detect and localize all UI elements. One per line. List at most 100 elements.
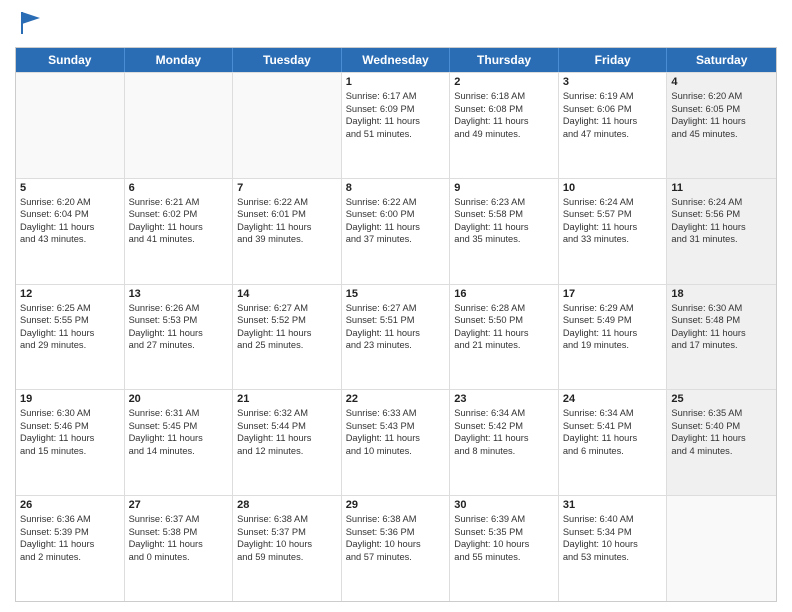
day-number: 8 — [346, 182, 446, 194]
cell-line-0: Sunrise: 6:37 AM — [129, 513, 229, 526]
day-cell-25: 25Sunrise: 6:35 AMSunset: 5:40 PMDayligh… — [667, 390, 776, 495]
day-number: 24 — [563, 393, 663, 405]
day-number: 10 — [563, 182, 663, 194]
cell-line-0: Sunrise: 6:25 AM — [20, 302, 120, 315]
cell-line-2: Daylight: 11 hours — [563, 115, 663, 128]
cell-line-0: Sunrise: 6:22 AM — [346, 196, 446, 209]
cell-line-0: Sunrise: 6:33 AM — [346, 407, 446, 420]
day-number: 27 — [129, 499, 229, 511]
day-cell-16: 16Sunrise: 6:28 AMSunset: 5:50 PMDayligh… — [450, 285, 559, 390]
weekday-header-monday: Monday — [125, 48, 234, 72]
day-cell-8: 8 Sunrise: 6:22 AMSunset: 6:00 PMDaylight… — [342, 179, 451, 284]
cell-line-3: and 15 minutes. — [20, 445, 120, 458]
cell-line-0: Sunrise: 6:24 AM — [671, 196, 772, 209]
logo-flag-icon — [18, 8, 46, 36]
weekday-header-wednesday: Wednesday — [342, 48, 451, 72]
cell-line-3: and 0 minutes. — [129, 551, 229, 564]
cell-line-1: Sunset: 5:51 PM — [346, 314, 446, 327]
calendar-row-2: 5Sunrise: 6:20 AMSunset: 6:04 PMDaylight… — [16, 178, 776, 284]
day-number: 6 — [129, 182, 229, 194]
day-number: 7 — [237, 182, 337, 194]
cell-line-0: Sunrise: 6:35 AM — [671, 407, 772, 420]
cell-line-3: and 21 minutes. — [454, 339, 554, 352]
cell-line-0: Sunrise: 6:31 AM — [129, 407, 229, 420]
cell-line-1: Sunset: 6:00 PM — [346, 208, 446, 221]
cell-line-0: Sunrise: 6:20 AM — [20, 196, 120, 209]
cell-line-1: Sunset: 6:06 PM — [563, 103, 663, 116]
empty-cell — [233, 73, 342, 178]
cell-line-3: and 59 minutes. — [237, 551, 337, 564]
day-cell-5: 5Sunrise: 6:20 AMSunset: 6:04 PMDaylight… — [16, 179, 125, 284]
cell-line-1: Sunset: 5:57 PM — [563, 208, 663, 221]
cell-line-2: Daylight: 11 hours — [237, 432, 337, 445]
day-number: 19 — [20, 393, 120, 405]
cell-line-3: and 55 minutes. — [454, 551, 554, 564]
day-number: 31 — [563, 499, 663, 511]
day-cell-17: 17Sunrise: 6:29 AMSunset: 5:49 PMDayligh… — [559, 285, 668, 390]
logo — [15, 10, 46, 39]
cell-line-0: Sunrise: 6:27 AM — [237, 302, 337, 315]
day-number: 12 — [20, 288, 120, 300]
cell-line-2: Daylight: 11 hours — [563, 327, 663, 340]
cell-line-3: and 12 minutes. — [237, 445, 337, 458]
day-cell-1: 1Sunrise: 6:17 AMSunset: 6:09 PMDaylight… — [342, 73, 451, 178]
cell-line-2: Daylight: 10 hours — [346, 538, 446, 551]
cell-line-2: Daylight: 11 hours — [346, 432, 446, 445]
empty-cell — [16, 73, 125, 178]
cell-line-3: and 25 minutes. — [237, 339, 337, 352]
calendar-row-3: 12Sunrise: 6:25 AMSunset: 5:55 PMDayligh… — [16, 284, 776, 390]
day-cell-24: 24Sunrise: 6:34 AMSunset: 5:41 PMDayligh… — [559, 390, 668, 495]
cell-line-1: Sunset: 5:38 PM — [129, 526, 229, 539]
cell-line-3: and 57 minutes. — [346, 551, 446, 564]
header — [15, 10, 777, 39]
cell-line-2: Daylight: 11 hours — [129, 327, 229, 340]
day-number: 29 — [346, 499, 446, 511]
cell-line-3: and 27 minutes. — [129, 339, 229, 352]
day-number: 23 — [454, 393, 554, 405]
cell-line-1: Sunset: 5:36 PM — [346, 526, 446, 539]
day-number: 9 — [454, 182, 554, 194]
day-number: 5 — [20, 182, 120, 194]
cell-line-2: Daylight: 11 hours — [671, 327, 772, 340]
day-cell-14: 14Sunrise: 6:27 AMSunset: 5:52 PMDayligh… — [233, 285, 342, 390]
cell-line-3: and 35 minutes. — [454, 233, 554, 246]
cell-line-0: Sunrise: 6:38 AM — [237, 513, 337, 526]
cell-line-3: and 10 minutes. — [346, 445, 446, 458]
cell-line-2: Daylight: 11 hours — [129, 432, 229, 445]
cell-line-0: Sunrise: 6:39 AM — [454, 513, 554, 526]
cell-line-2: Daylight: 11 hours — [20, 432, 120, 445]
cell-line-2: Daylight: 11 hours — [454, 221, 554, 234]
cell-line-2: Daylight: 10 hours — [563, 538, 663, 551]
cell-line-3: and 37 minutes. — [346, 233, 446, 246]
cell-line-1: Sunset: 5:42 PM — [454, 420, 554, 433]
day-cell-2: 2Sunrise: 6:18 AMSunset: 6:08 PMDaylight… — [450, 73, 559, 178]
cell-line-0: Sunrise: 6:26 AM — [129, 302, 229, 315]
cell-line-2: Daylight: 11 hours — [563, 221, 663, 234]
cell-line-2: Daylight: 11 hours — [346, 221, 446, 234]
cell-line-1: Sunset: 5:43 PM — [346, 420, 446, 433]
day-number: 22 — [346, 393, 446, 405]
weekday-header-saturday: Saturday — [667, 48, 776, 72]
cell-line-3: and 31 minutes. — [671, 233, 772, 246]
cell-line-0: Sunrise: 6:27 AM — [346, 302, 446, 315]
cell-line-0: Sunrise: 6:17 AM — [346, 90, 446, 103]
day-number: 18 — [671, 288, 772, 300]
cell-line-3: and 39 minutes. — [237, 233, 337, 246]
day-cell-9: 9Sunrise: 6:23 AMSunset: 5:58 PMDaylight… — [450, 179, 559, 284]
day-cell-29: 29Sunrise: 6:38 AMSunset: 5:36 PMDayligh… — [342, 496, 451, 601]
cell-line-0: Sunrise: 6:19 AM — [563, 90, 663, 103]
cell-line-1: Sunset: 5:37 PM — [237, 526, 337, 539]
calendar-row-5: 26Sunrise: 6:36 AMSunset: 5:39 PMDayligh… — [16, 495, 776, 601]
cell-line-3: and 47 minutes. — [563, 128, 663, 141]
cell-line-0: Sunrise: 6:24 AM — [563, 196, 663, 209]
day-cell-13: 13Sunrise: 6:26 AMSunset: 5:53 PMDayligh… — [125, 285, 234, 390]
cell-line-3: and 41 minutes. — [129, 233, 229, 246]
cell-line-2: Daylight: 11 hours — [346, 327, 446, 340]
cell-line-3: and 29 minutes. — [20, 339, 120, 352]
day-number: 21 — [237, 393, 337, 405]
day-cell-12: 12Sunrise: 6:25 AMSunset: 5:55 PMDayligh… — [16, 285, 125, 390]
cell-line-0: Sunrise: 6:20 AM — [671, 90, 772, 103]
day-cell-31: 31Sunrise: 6:40 AMSunset: 5:34 PMDayligh… — [559, 496, 668, 601]
cell-line-1: Sunset: 5:46 PM — [20, 420, 120, 433]
cell-line-1: Sunset: 5:44 PM — [237, 420, 337, 433]
